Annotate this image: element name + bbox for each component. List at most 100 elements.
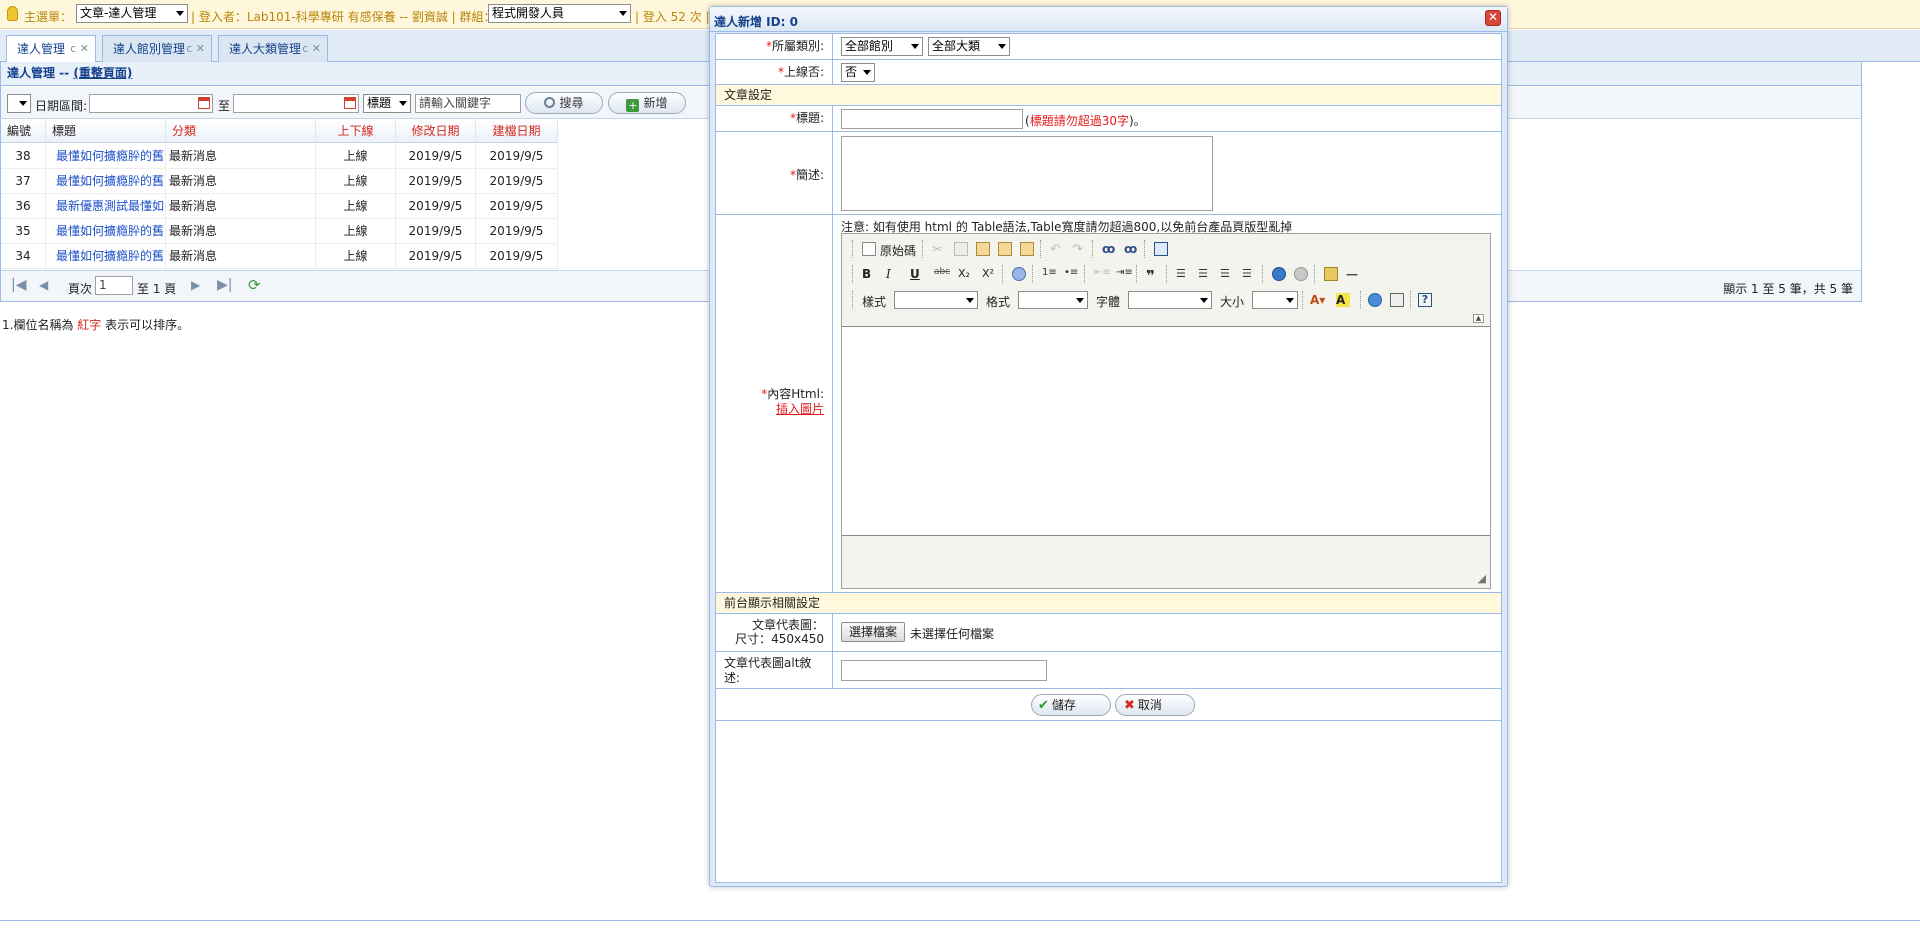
refresh-close-icon[interactable]: c ✕ (302, 36, 321, 62)
text-color-icon[interactable]: A▾ (1310, 293, 1325, 307)
alt-input[interactable] (841, 660, 1047, 681)
paste-icon[interactable] (976, 242, 990, 256)
background-color-icon[interactable]: A (1336, 293, 1350, 307)
hall-select[interactable]: 全部館別 (841, 37, 923, 56)
search-button[interactable]: 搜尋 (525, 92, 603, 114)
outdent-icon[interactable]: ⇤≡ (1094, 267, 1111, 281)
add-button[interactable]: + 新增 (608, 92, 686, 114)
next-page-icon[interactable]: ▶ (191, 278, 200, 292)
calendar-icon[interactable] (198, 97, 210, 109)
style-select[interactable] (894, 291, 978, 309)
table-row[interactable]: 36 最新優惠測試最懂如 最新消息 上線 2019/9/5 2019/9/5 (1, 194, 558, 219)
check-icon: ✔ (1038, 698, 1049, 713)
link-icon[interactable] (1272, 267, 1286, 281)
replace-icon[interactable]: ꝏ (1124, 242, 1138, 256)
major-category-select[interactable]: 全部大類 (928, 37, 1010, 56)
search-field-select[interactable]: 標題 (363, 94, 411, 113)
font-select[interactable] (1128, 291, 1212, 309)
find-icon[interactable]: ꝏ (1102, 242, 1116, 256)
size-select[interactable] (1252, 291, 1298, 309)
col-header-modified[interactable]: 修改日期 (396, 119, 476, 143)
align-justify-icon[interactable]: ☰ (1242, 267, 1256, 281)
refresh-close-icon[interactable]: c ✕ (70, 36, 89, 62)
cell-title[interactable]: 最懂如何擴瘾肸的舊 (46, 219, 166, 244)
redo-icon[interactable]: ↷ (1072, 242, 1086, 257)
align-right-icon[interactable]: ☰ (1220, 267, 1234, 281)
reload-page-link[interactable]: (重整頁面) (73, 66, 132, 80)
show-blocks-icon[interactable] (1390, 293, 1404, 307)
table-row[interactable]: 35 最懂如何擴瘾肸的舊 最新消息 上線 2019/9/5 2019/9/5 (1, 219, 558, 244)
filter-select[interactable] (7, 94, 31, 113)
summary-textarea[interactable] (841, 136, 1213, 211)
align-left-icon[interactable]: ☰ (1176, 267, 1190, 281)
paste-word-icon[interactable] (1020, 242, 1034, 256)
cell-title[interactable]: 最懂如何擴瘾肸的舊 (46, 244, 166, 269)
table-row[interactable]: 34 最懂如何擴瘾肸的舊 最新消息 上線 2019/9/5 2019/9/5 (1, 244, 558, 269)
group-select[interactable]: 程式開發人員 (488, 4, 631, 23)
underline-icon[interactable]: U (910, 267, 924, 281)
col-header-online[interactable]: 上下線 (316, 119, 396, 143)
numbered-list-icon[interactable]: 1≡ (1042, 267, 1057, 281)
online-select[interactable]: 否 (841, 63, 875, 82)
col-header-title[interactable]: 標題 (46, 119, 166, 143)
col-header-created[interactable]: 建檔日期 (476, 119, 558, 143)
magnifier-icon (544, 97, 556, 108)
maximize-icon[interactable] (1368, 293, 1382, 307)
save-button[interactable]: ✔ 儲存 (1031, 694, 1111, 716)
image-icon[interactable] (1324, 267, 1338, 281)
subscript-icon[interactable]: X₂ (958, 267, 972, 281)
refresh-icon[interactable]: ⟳ (248, 276, 261, 294)
cell-title[interactable]: 最新優惠測試最懂如 (46, 194, 166, 219)
last-page-icon[interactable]: ▶| (217, 277, 232, 293)
first-page-icon[interactable]: |◀ (11, 277, 26, 293)
table-row[interactable]: 37 最懂如何擴瘾肸的舊 最新消息 上線 2019/9/5 2019/9/5 (1, 169, 558, 194)
insert-image-link[interactable]: 插入圖片 (776, 402, 824, 416)
date-from-input[interactable] (89, 94, 213, 113)
undo-icon[interactable]: ↶ (1050, 242, 1064, 257)
superscript-icon[interactable]: X² (982, 267, 996, 281)
unlink-icon[interactable] (1294, 267, 1308, 281)
source-button[interactable]: 原始碼 (880, 242, 916, 259)
copy-icon[interactable] (954, 242, 968, 256)
main-menu-select[interactable]: 文章-達人管理 (76, 4, 188, 23)
horizontal-rule-icon[interactable]: — (1346, 267, 1360, 281)
italic-icon[interactable]: I (886, 267, 900, 281)
help-icon[interactable]: ? (1418, 293, 1432, 307)
close-icon[interactable]: ✕ (1485, 10, 1501, 26)
cell-title[interactable]: 最懂如何擴瘾肸的舊 (46, 144, 166, 169)
source-icon[interactable] (862, 242, 876, 256)
paste-text-icon[interactable] (998, 242, 1012, 256)
refresh-close-icon[interactable]: c ✕ (186, 36, 205, 62)
resize-handle-icon[interactable]: ◢ (1478, 572, 1486, 585)
editor-content-area[interactable] (842, 326, 1490, 536)
collapse-toolbar-icon[interactable]: ▲ (1473, 314, 1484, 323)
keyword-input[interactable]: 請輸入關鍵字 (415, 94, 521, 113)
remove-format-icon[interactable] (1012, 267, 1026, 281)
cell-online: 上線 (316, 169, 396, 194)
prev-page-icon[interactable]: ◀ (39, 278, 48, 292)
strike-icon[interactable]: abc (934, 267, 950, 281)
choose-file-button[interactable]: 選擇檔案 (841, 622, 905, 642)
tab-expert-category-manage[interactable]: 達人大類管理 c ✕ (218, 35, 328, 62)
date-to-input[interactable] (233, 94, 359, 113)
font-label: 字體 (1096, 295, 1121, 309)
col-header-id[interactable]: 編號 (1, 119, 46, 143)
title-input[interactable] (841, 109, 1023, 129)
select-all-icon[interactable] (1154, 242, 1168, 256)
blockquote-icon[interactable]: ❞ (1146, 267, 1160, 285)
bold-icon[interactable]: B (862, 267, 876, 281)
html-editor: 原始碼 ✂ ↶ ↷ ꝏ ꝏ B I U abc X₂ X² 1≡ •≡ ⇤≡ ⇥… (841, 233, 1491, 589)
tab-expert-hall-manage[interactable]: 達人館別管理 c ✕ (102, 35, 212, 62)
cancel-button[interactable]: ✖ 取消 (1115, 694, 1195, 716)
table-row[interactable]: 38 最懂如何擴瘾肸的舊 最新消息 上線 2019/9/5 2019/9/5 (1, 144, 558, 169)
calendar-icon[interactable] (344, 97, 356, 109)
col-header-category[interactable]: 分類 (166, 119, 316, 143)
cell-title[interactable]: 最懂如何擴瘾肸的舊 (46, 169, 166, 194)
bulleted-list-icon[interactable]: •≡ (1064, 267, 1078, 281)
align-center-icon[interactable]: ☰ (1198, 267, 1212, 281)
format-select[interactable] (1018, 291, 1088, 309)
page-number-input[interactable]: 1 (95, 276, 133, 295)
indent-icon[interactable]: ⇥≡ (1116, 267, 1133, 281)
tab-expert-manage[interactable]: 達人管理 c ✕ (6, 35, 96, 63)
cut-icon[interactable]: ✂ (932, 242, 946, 256)
